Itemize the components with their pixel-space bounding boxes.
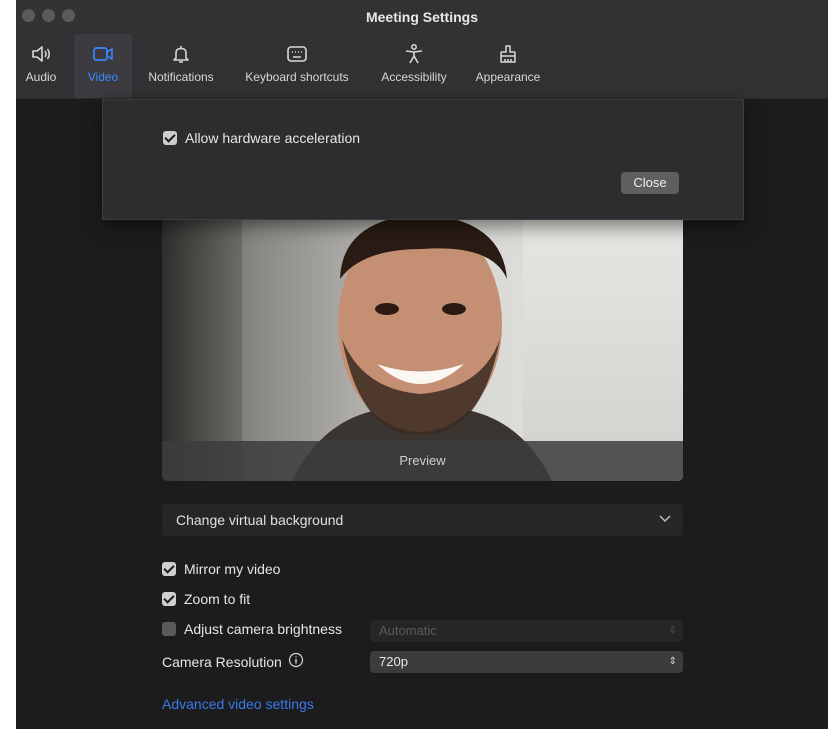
virtual-background-dropdown[interactable]: Change virtual background: [162, 504, 683, 536]
mirror-video-checkbox[interactable]: [162, 562, 176, 576]
title-bar: Meeting Settings: [16, 0, 828, 34]
info-icon[interactable]: [288, 652, 304, 671]
tab-label: Notifications: [148, 70, 214, 84]
video-preview: Preview: [162, 219, 683, 481]
keyboard-icon: [286, 42, 308, 66]
advanced-video-settings-link[interactable]: Advanced video settings: [162, 696, 314, 712]
brush-icon: [498, 42, 518, 66]
zoom-to-fit-checkbox[interactable]: [162, 592, 176, 606]
settings-tab-bar: Audio Video Notifications Keyboard short…: [16, 34, 828, 99]
hardware-acceleration-checkbox[interactable]: [163, 131, 177, 145]
virtual-background-label: Change virtual background: [176, 512, 344, 528]
camera-resolution-select[interactable]: 720p ⇕: [370, 651, 683, 673]
tab-appearance[interactable]: Appearance: [470, 34, 546, 98]
tab-label: Keyboard shortcuts: [245, 70, 349, 84]
tab-label: Appearance: [475, 70, 541, 84]
window-title: Meeting Settings: [365, 9, 478, 25]
camera-brightness-label: Adjust camera brightness: [184, 621, 342, 637]
mirror-video-label: Mirror my video: [184, 561, 281, 577]
chevron-down-icon: [657, 510, 673, 529]
brightness-value: Automatic: [379, 623, 437, 638]
tab-audio[interactable]: Audio: [16, 34, 66, 98]
tab-label: Audio: [25, 70, 57, 84]
tab-label: Video: [87, 70, 119, 84]
accessibility-icon: [403, 42, 425, 66]
settings-window: Meeting Settings Audio Video Notificatio…: [16, 0, 828, 729]
updown-chevron-icon: ⇕: [668, 656, 677, 667]
tab-accessibility[interactable]: Accessibility: [374, 34, 454, 98]
camera-brightness-option[interactable]: Adjust camera brightness: [162, 621, 342, 637]
tab-keyboard-shortcuts[interactable]: Keyboard shortcuts: [234, 34, 360, 98]
camera-resolution-row: Camera Resolution: [162, 652, 304, 671]
camera-brightness-checkbox[interactable]: [162, 622, 176, 636]
camera-resolution-value: 720p: [379, 654, 408, 669]
preview-label: Preview: [162, 441, 683, 481]
zoom-to-fit-label: Zoom to fit: [184, 591, 251, 607]
camera-resolution-label: Camera Resolution: [162, 653, 282, 670]
tab-notifications[interactable]: Notifications: [140, 34, 222, 98]
mirror-video-option[interactable]: Mirror my video: [162, 561, 280, 577]
bell-icon: [171, 42, 191, 66]
tab-video[interactable]: Video: [74, 34, 132, 98]
zoom-to-fit-option[interactable]: Zoom to fit: [162, 591, 250, 607]
tab-label: Accessibility: [381, 70, 447, 84]
video-camera-icon: [91, 42, 115, 66]
hardware-acceleration-option[interactable]: Allow hardware acceleration: [163, 130, 360, 146]
hardware-acceleration-popover: Allow hardware acceleration Close: [102, 99, 744, 220]
brightness-select: Automatic ⇕: [370, 620, 683, 642]
updown-chevron-icon: ⇕: [668, 625, 677, 636]
close-button[interactable]: Close: [621, 172, 679, 194]
speaker-icon: [30, 42, 52, 66]
hardware-acceleration-label: Allow hardware acceleration: [185, 130, 361, 146]
